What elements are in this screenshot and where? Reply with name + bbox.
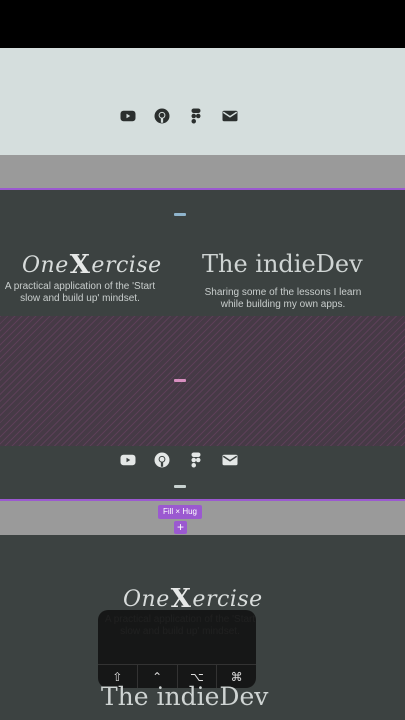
social-icons-row-dark <box>119 451 239 469</box>
logo-x: X <box>69 250 91 280</box>
mail-icon[interactable] <box>221 107 239 125</box>
logo-prefix: One <box>22 252 69 278</box>
onexercise-logo: One Xercise <box>22 250 162 280</box>
canvas: One Xercise A practical application of th… <box>0 0 405 720</box>
gap-band-selected <box>0 501 405 535</box>
padding-overlay <box>0 316 405 446</box>
footer-section-light[interactable] <box>0 48 405 155</box>
indiedev-description: Sharing some of the lessons I learn whil… <box>204 287 362 310</box>
youtube-icon[interactable] <box>119 451 137 469</box>
add-section-button[interactable]: + <box>174 521 187 534</box>
resize-handle[interactable] <box>174 213 186 216</box>
youtube-icon[interactable] <box>119 107 137 125</box>
logo-suffix: ercise <box>91 252 162 278</box>
github-icon[interactable] <box>153 107 171 125</box>
figma-icon[interactable] <box>187 107 205 125</box>
gap-handle[interactable] <box>174 379 186 382</box>
size-badge: Fill × Hug <box>158 505 202 519</box>
resize-handle-bottom[interactable] <box>174 485 186 488</box>
mail-icon[interactable] <box>221 451 239 469</box>
social-icons-row <box>119 107 239 125</box>
logo-prefix: One <box>123 586 170 612</box>
indiedev-title-copy: The indieDev <box>101 682 269 711</box>
onexercise-description: A practical application of the 'Start sl… <box>4 281 156 304</box>
figma-icon[interactable] <box>187 451 205 469</box>
indiedev-title: The indieDev <box>202 250 363 278</box>
gap-band <box>0 155 405 188</box>
logo-suffix: ercise <box>192 586 263 612</box>
github-icon[interactable] <box>153 451 171 469</box>
